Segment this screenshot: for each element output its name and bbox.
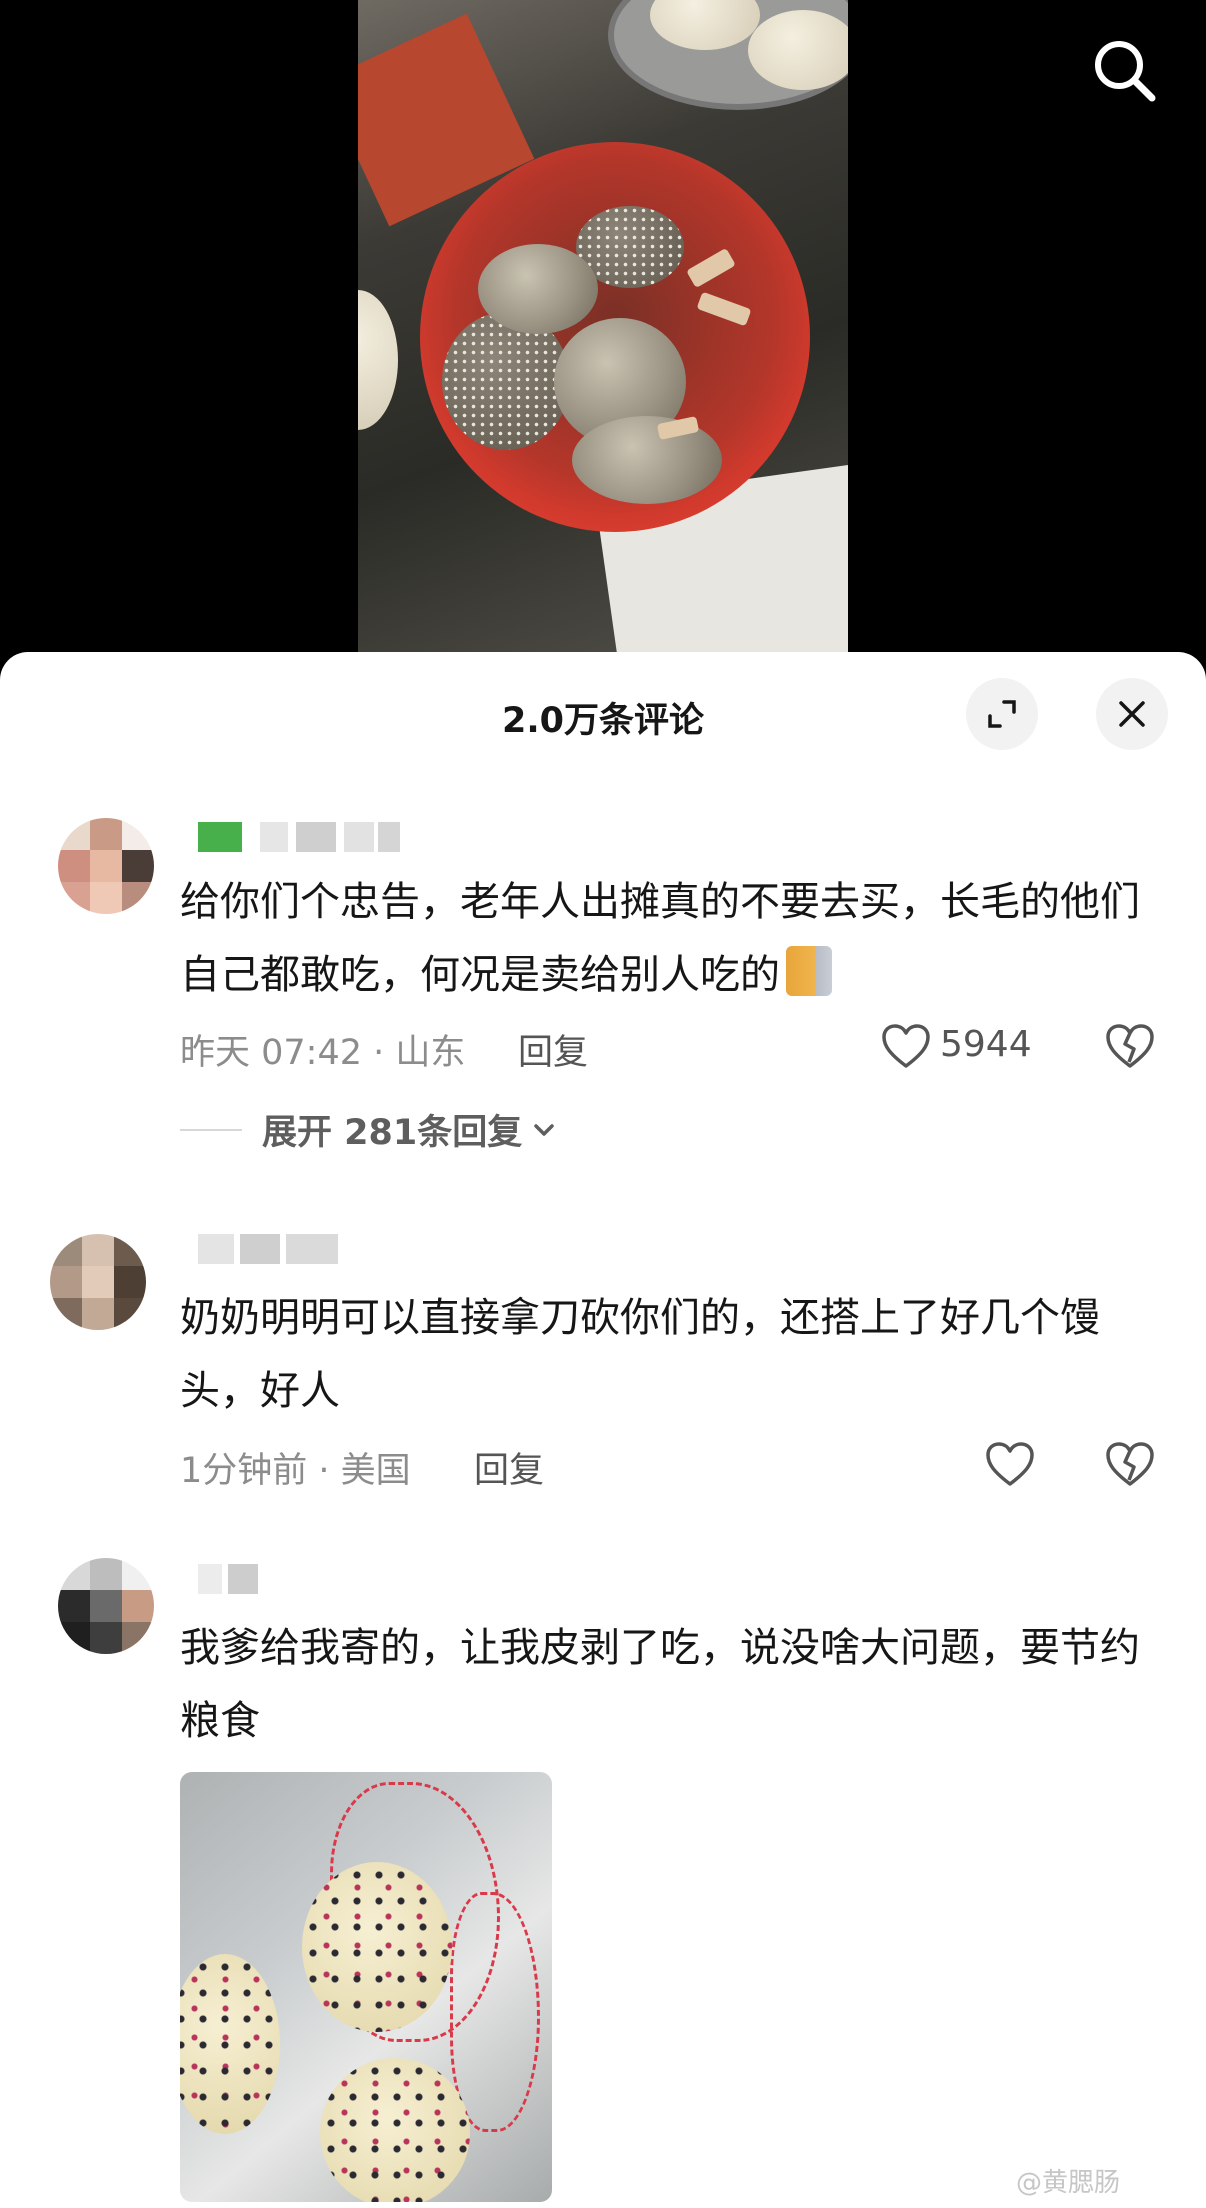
comment-text: 奶奶明明可以直接拿刀砍你们的，还搭上了好几个馒头，好人 [180,1295,1100,1414]
comment-text: 给你们个忠告，老年人出摊真的不要去买，长毛的他们自己都敢吃，何况是卖给别人吃的 [180,866,1160,1012]
dislike-broken-heart-icon[interactable] [1104,1440,1156,1488]
username-blurred[interactable] [198,818,408,854]
video-frame [358,0,848,652]
dislike-broken-heart-icon[interactable] [1104,1022,1156,1070]
like-heart-icon[interactable] [984,1440,1036,1488]
video-moldy-bun [572,416,722,504]
video-moldy-bun [478,244,598,334]
avatar[interactable] [58,818,154,914]
divider-line [180,1128,242,1131]
expand-replies-label: 展开 281条回复 [262,1113,523,1153]
video-player[interactable] [0,0,1206,652]
comment-time-location: 昨天 07:42 · 山东 [180,1033,466,1073]
cat-emoji [786,946,832,996]
comment-attached-image[interactable] [180,1772,552,2202]
expand-replies-button[interactable]: 展开 281条回复 [180,1104,558,1155]
comment-sheet: 2.0万条评论 给你们个忠告，老年人出摊真的不要去买，长毛的他们自己都敢吃，何况… [0,652,1206,2208]
avatar[interactable] [58,1558,154,1654]
expand-sheet-button[interactable] [966,678,1038,750]
comment-body: 给你们个忠告，老年人出摊真的不要去买，长毛的他们自己都敢吃，何况是卖给别人吃的 [180,879,1140,998]
username-blurred[interactable] [198,1230,348,1266]
bag-print [450,1892,540,2132]
moldy-bun [320,2058,470,2202]
close-button[interactable] [1096,678,1168,750]
username-blurred[interactable] [198,1560,278,1596]
search-icon [1095,41,1156,102]
comment-text: 我爹给我寄的，让我皮剥了吃，说没啥大问题，要节约粮食 [180,1625,1140,1744]
moldy-bun [180,1954,280,2134]
chevron-down-icon [534,1123,554,1136]
search-button[interactable] [1090,36,1160,106]
expand-icon [988,700,1016,728]
video-bun [748,10,848,90]
watermark: @黄腮肠 [1016,2168,1121,2198]
moldy-bun [302,1862,452,2032]
like-count: 5944 [940,1024,1032,1065]
avatar[interactable] [50,1234,146,1330]
comment-time-location: 1分钟前 · 美国 [180,1451,411,1491]
reply-button[interactable]: 回复 [518,1024,588,1075]
close-icon [1119,701,1145,727]
reply-button[interactable]: 回复 [474,1442,544,1493]
like-heart-icon[interactable] [880,1022,932,1070]
video-bun [358,290,398,430]
